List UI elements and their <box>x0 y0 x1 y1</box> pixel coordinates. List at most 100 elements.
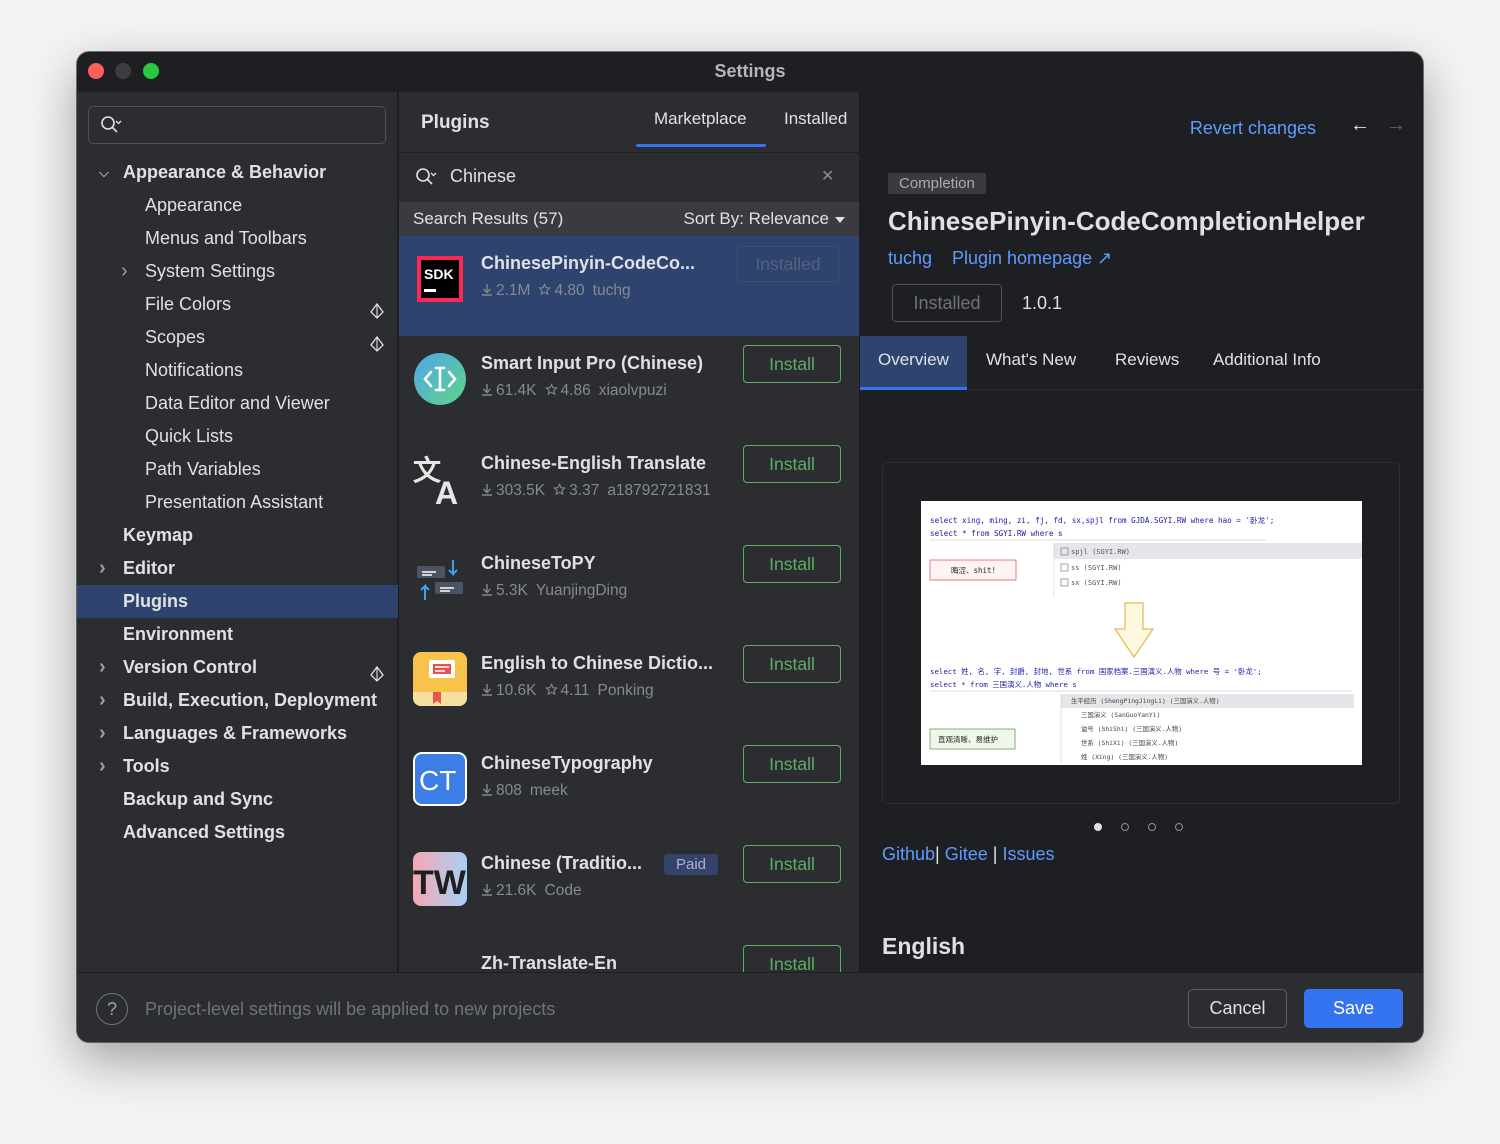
plugin-homepage-link[interactable]: Plugin homepage ↗ <box>952 248 1112 269</box>
sidebar-item-environment[interactable]: Environment <box>77 618 398 651</box>
sidebar-item-system-settings[interactable]: › System Settings <box>77 255 398 288</box>
plugin-name: English to Chinese Dictio... <box>481 653 714 673</box>
forward-arrow-icon[interactable]: → <box>1386 114 1406 137</box>
plugin-list-item[interactable]: CT ChineseTypography 808 meek Install <box>399 736 859 836</box>
ct-icon: CT <box>413 752 467 806</box>
screenshot-carousel[interactable]: select xing, ming, zi, fj, fd, sx,spjl f… <box>882 462 1400 804</box>
tab-installed[interactable]: Installed <box>784 109 847 129</box>
vendor-link[interactable]: tuchg <box>888 248 932 269</box>
tab-reviews[interactable]: Reviews <box>1115 350 1179 370</box>
chevron-right-icon[interactable]: › <box>99 717 113 750</box>
link-separator: | <box>992 844 998 864</box>
carousel-dots <box>1094 818 1202 836</box>
chevron-down-icon[interactable]: ⌵ <box>99 156 113 189</box>
gitee-link[interactable]: Gitee <box>945 844 988 864</box>
plugin-list-item[interactable]: TW Chinese (Traditio... 21.6K Code Paid Insta… <box>399 836 859 936</box>
sidebar-item-notifications[interactable]: Notifications <box>77 354 398 387</box>
clear-search-icon[interactable]: ✕ <box>821 166 834 186</box>
github-link[interactable]: Github <box>882 844 935 864</box>
plugin-downloads: 5.3K <box>481 582 528 599</box>
sidebar-item-label: Plugins <box>123 591 189 611</box>
chevron-right-icon[interactable]: › <box>99 750 113 783</box>
sidebar-item-label: Quick Lists <box>145 426 234 446</box>
save-button[interactable]: Save <box>1304 989 1403 1028</box>
sidebar-item-label: Languages & Frameworks <box>123 723 348 743</box>
results-bar: Search Results (57) Sort By: Relevance <box>399 202 859 236</box>
convert-icon <box>413 552 467 606</box>
sidebar-item-label: Data Editor and Viewer <box>145 393 330 413</box>
sidebar-item-data-editor-and-viewer[interactable]: Data Editor and Viewer <box>77 387 398 420</box>
chevron-right-icon[interactable]: › <box>99 651 113 684</box>
sidebar-item-keymap[interactable]: Keymap <box>77 519 398 552</box>
sidebar-item-version-control[interactable]: › Version Control <box>77 651 398 684</box>
settings-search-input[interactable] <box>88 106 386 144</box>
plugin-search-field[interactable]: Chinese ✕ <box>399 152 859 202</box>
install-button[interactable]: Install <box>743 845 841 883</box>
sidebar-item-languages-frameworks[interactable]: › Languages & Frameworks <box>77 717 398 750</box>
sidebar-item-label: Tools <box>123 756 170 776</box>
chevron-right-icon[interactable]: › <box>121 255 135 288</box>
install-button[interactable]: Install <box>743 345 841 383</box>
sdk-icon: SDK <box>413 252 467 306</box>
chevron-right-icon[interactable]: › <box>99 684 113 717</box>
carousel-dot[interactable] <box>1148 823 1156 831</box>
carousel-dot[interactable] <box>1121 823 1129 831</box>
sidebar-item-menus-and-toolbars[interactable]: Menus and Toolbars <box>77 222 398 255</box>
sidebar-item-tools[interactable]: › Tools <box>77 750 398 783</box>
install-button[interactable]: Install <box>743 645 841 683</box>
plugin-list-item[interactable]: Smart Input Pro (Chinese) 61.4K 4.86 xiaolv… <box>399 336 859 436</box>
tab-marketplace[interactable]: Marketplace <box>654 109 747 129</box>
help-button[interactable]: ? <box>96 993 128 1025</box>
installed-button[interactable]: Installed <box>737 246 839 282</box>
project-level-icon <box>370 297 384 319</box>
tab-whats-new[interactable]: What's New <box>986 350 1076 370</box>
sidebar-item-backup-and-sync[interactable]: Backup and Sync <box>77 783 398 816</box>
svg-text:SDK: SDK <box>424 266 454 282</box>
sidebar-item-appearance[interactable]: Appearance <box>77 189 398 222</box>
issues-link[interactable]: Issues <box>1003 844 1055 864</box>
sidebar-item-file-colors[interactable]: File Colors <box>77 288 398 321</box>
sidebar-item-appearance-behavior[interactable]: ⌵ Appearance & Behavior <box>77 156 398 189</box>
sidebar-item-path-variables[interactable]: Path Variables <box>77 453 398 486</box>
sort-dropdown[interactable]: Sort By: Relevance <box>683 209 845 229</box>
chevron-right-icon[interactable]: › <box>99 552 113 585</box>
sidebar-item-build-execution-deployment[interactable]: › Build, Execution, Deployment <box>77 684 398 717</box>
sidebar-item-label: Scopes <box>145 327 206 347</box>
back-arrow-icon[interactable]: ← <box>1350 114 1370 137</box>
plugin-meta: 808 meek <box>481 782 576 800</box>
tab-additional-info[interactable]: Additional Info <box>1213 350 1321 370</box>
plugin-list-item[interactable]: 文 A Chinese-English Translate 303.5K 3.37 a18… <box>399 436 859 536</box>
install-button[interactable]: Install <box>743 945 841 972</box>
download-icon <box>481 682 493 699</box>
plugin-list-item[interactable]: ChineseToPY 5.3K YuanjingDing Install <box>399 536 859 636</box>
tab-overview[interactable]: Overview <box>878 350 949 370</box>
category-tag[interactable]: Completion <box>888 173 986 194</box>
sidebar-item-editor[interactable]: › Editor <box>77 552 398 585</box>
cancel-button[interactable]: Cancel <box>1188 989 1287 1028</box>
sidebar-item-quick-lists[interactable]: Quick Lists <box>77 420 398 453</box>
revert-changes-link[interactable]: Revert changes <box>1190 118 1316 139</box>
screenshot-line-3: select 姓, 名, 字, 封爵, 封地, 世系 from 国家档案.三国演… <box>930 667 1262 676</box>
plugin-name: Chinese-English Translate <box>481 453 707 473</box>
plugin-vendor: YuanjingDing <box>535 582 628 599</box>
install-button[interactable]: Install <box>743 545 841 583</box>
plugin-search-value: Chinese <box>450 166 517 186</box>
carousel-dot[interactable] <box>1175 823 1183 831</box>
plugin-list-item[interactable]: English to Chinese Dictio... 10.6K 4.11 Pon… <box>399 636 859 736</box>
sidebar-item-presentation-assistant[interactable]: Presentation Assistant <box>77 486 398 519</box>
sidebar-item-advanced-settings[interactable]: Advanced Settings <box>77 816 398 849</box>
carousel-dot[interactable] <box>1094 823 1102 831</box>
screenshot-line-1: select xing, ming, zi, fj, fd, sx,spjl f… <box>930 515 1274 525</box>
dialog-footer: ? Project-level settings will be applied… <box>77 972 1423 1042</box>
plugin-list-item[interactable]: Zh-Translate-En Install <box>399 936 859 972</box>
sidebar-item-label: Appearance <box>145 195 243 215</box>
install-button[interactable]: Install <box>743 445 841 483</box>
plugin-downloads: 2.1M <box>481 282 530 299</box>
star-icon <box>544 382 558 399</box>
plugin-list-item[interactable]: SDK ChinesePinyin-CodeCo... 2.1M 4.80 tuchg I… <box>399 236 859 336</box>
sidebar-item-label: Backup and Sync <box>123 789 274 809</box>
sidebar-item-scopes[interactable]: Scopes <box>77 321 398 354</box>
installed-button[interactable]: Installed <box>892 284 1002 322</box>
sidebar-item-plugins[interactable]: Plugins <box>77 585 398 618</box>
install-button[interactable]: Install <box>743 745 841 783</box>
